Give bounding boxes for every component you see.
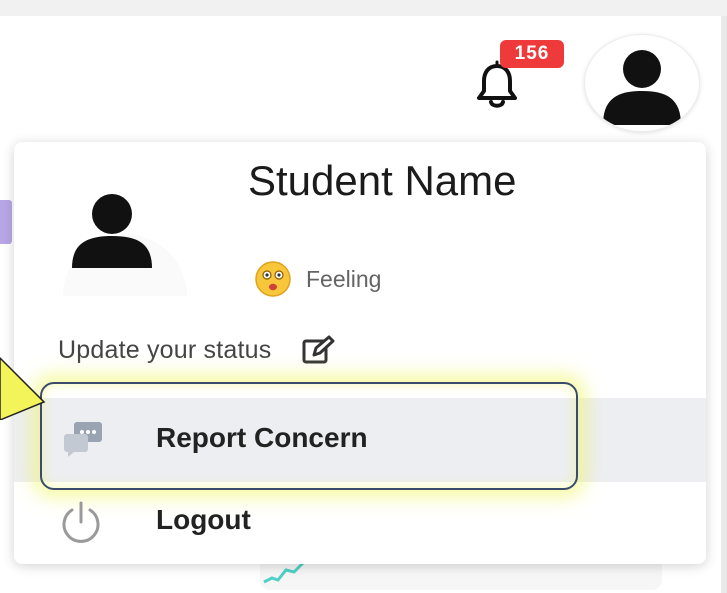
profile-avatar-icon: [63, 194, 187, 296]
logout-menu-item[interactable]: Logout: [14, 490, 706, 556]
student-name: Student Name: [248, 157, 517, 204]
feeling-label: Feeling: [306, 265, 382, 292]
power-icon: [62, 501, 100, 543]
update-status-button[interactable]: Update your status: [58, 332, 335, 368]
edit-icon: [302, 335, 335, 364]
logout-label: Logout: [156, 504, 251, 535]
report-concern-menu-item[interactable]: Report Concern: [14, 398, 706, 482]
update-status-label: Update your status: [58, 335, 272, 364]
callout-arrow: [0, 356, 46, 420]
page-scroll-edge: [721, 16, 727, 593]
feeling-selector[interactable]: Feeling: [254, 260, 381, 298]
report-concern-label: Report Concern: [156, 422, 368, 453]
user-avatar-icon: [603, 50, 681, 125]
background-card-edge: [0, 200, 12, 244]
user-avatar-button[interactable]: [584, 34, 700, 132]
notification-count-badge: 156: [500, 40, 564, 68]
smiley-face-icon: [255, 261, 291, 297]
browser-top-strip: [0, 0, 727, 16]
chat-bubbles-icon: [64, 422, 102, 457]
